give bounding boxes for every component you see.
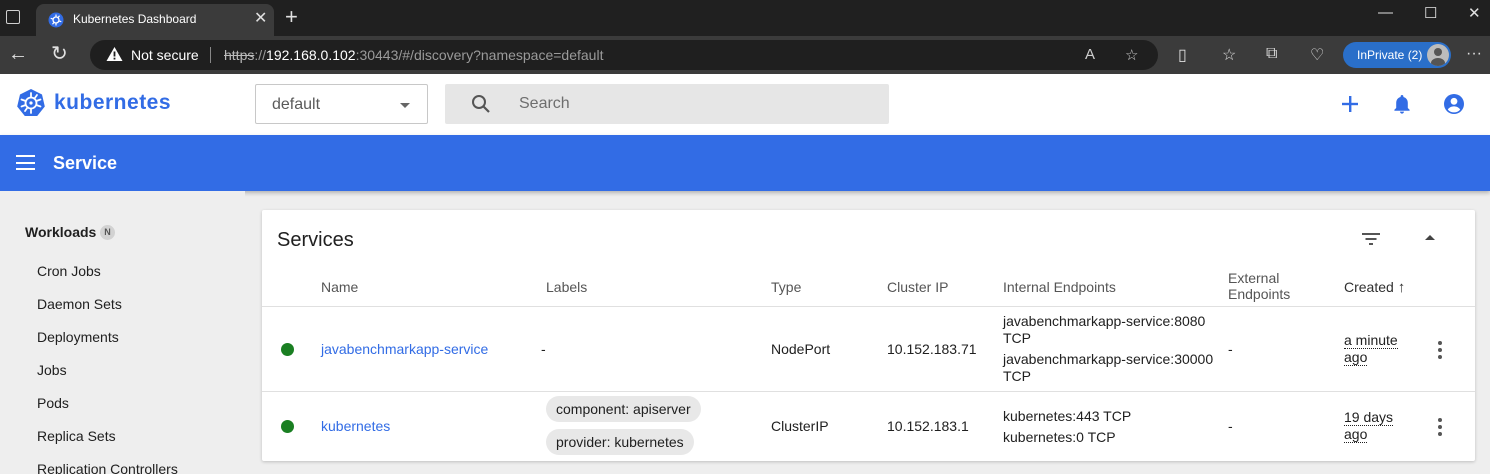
column-header-type: Type	[771, 279, 802, 295]
split-screen-icon[interactable]: ▯	[1178, 45, 1187, 65]
sidebar-item-replica-sets[interactable]: Replica Sets	[37, 428, 116, 444]
namespace-select[interactable]: default	[255, 84, 428, 124]
account-icon[interactable]	[1442, 92, 1466, 116]
address-bar[interactable]: Not secure https://192.168.0.102:30443/#…	[90, 40, 1158, 70]
profile-avatar-icon	[1427, 44, 1449, 66]
search-placeholder: Search	[519, 95, 570, 112]
collections-icon[interactable]: ⧉	[1266, 45, 1277, 63]
sidebar: Workloads N Cron Jobs Daemon Sets Deploy…	[0, 191, 245, 474]
column-header-internal-endpoints: Internal Endpoints	[1003, 279, 1116, 295]
status-running-icon	[281, 343, 294, 356]
row-actions-icon[interactable]	[1438, 341, 1442, 362]
column-header-cluster-ip: Cluster IP	[887, 279, 949, 295]
service-name-link[interactable]: javabenchmarkapp-service	[321, 341, 488, 357]
filter-icon[interactable]	[1361, 231, 1381, 247]
service-cluster-ip: 10.152.183.71	[887, 341, 977, 357]
card-title: Services	[277, 229, 354, 251]
maximize-icon[interactable]: ☐	[1424, 4, 1437, 22]
refresh-icon[interactable]: ↻	[51, 44, 68, 64]
services-card: Services Name Labels Type Cluster IP Int…	[262, 210, 1475, 461]
notifications-bell-icon[interactable]	[1390, 92, 1414, 116]
close-window-icon[interactable]: ✕	[1468, 4, 1481, 22]
chevron-down-icon	[400, 103, 410, 108]
warning-icon[interactable]	[106, 46, 123, 62]
namespace-value: default	[272, 96, 321, 113]
inprivate-button[interactable]: InPrivate (2)	[1343, 42, 1451, 68]
service-created: 19 days ago	[1344, 409, 1394, 443]
address-toolbar: ← ↻ Not secure https://192.168.0.102:304…	[0, 36, 1490, 74]
sidebar-item-deployments[interactable]: Deployments	[37, 329, 119, 345]
service-created: a minute ago	[1344, 332, 1398, 366]
add-icon[interactable]	[1338, 92, 1362, 116]
tab-close-icon[interactable]: ✕	[254, 10, 267, 28]
namespaced-badge: N	[100, 225, 115, 240]
collapse-icon[interactable]	[1425, 235, 1435, 240]
column-header-external-endpoints: External Endpoints	[1228, 270, 1291, 302]
back-icon[interactable]: ←	[8, 44, 28, 64]
sidebar-item-daemon-sets[interactable]: Daemon Sets	[37, 296, 122, 312]
label-chip: component: apiserver	[546, 396, 701, 422]
sidebar-item-jobs[interactable]: Jobs	[37, 362, 67, 378]
browser-tab[interactable]: Kubernetes Dashboard ✕	[36, 4, 274, 36]
minimize-icon[interactable]: —	[1378, 4, 1393, 21]
tab-actions-icon[interactable]	[6, 10, 20, 24]
read-aloud-icon[interactable]: A	[1085, 46, 1095, 63]
app-header: kubernetes default Search	[0, 74, 1490, 135]
service-external-endpoints: -	[1228, 341, 1233, 357]
column-header-labels: Labels	[546, 279, 588, 295]
brand-name[interactable]: kubernetes	[54, 91, 171, 115]
sidebar-section-workloads[interactable]: Workloads	[25, 224, 96, 240]
service-type: NodePort	[771, 341, 831, 357]
service-internal-endpoints: javabenchmarkapp-service:8080 TCP javabe…	[1003, 313, 1214, 384]
service-internal-endpoints: kubernetes:443 TCP kubernetes:0 TCP	[1003, 408, 1132, 445]
column-header-created[interactable]: Created ↑	[1344, 279, 1405, 296]
kubernetes-favicon-icon	[48, 12, 64, 28]
service-external-endpoints: -	[1228, 418, 1233, 434]
page-toolbar: Service	[0, 135, 1490, 191]
sidebar-item-pods[interactable]: Pods	[37, 395, 69, 411]
tab-title: Kubernetes Dashboard	[73, 12, 197, 26]
menu-icon[interactable]	[16, 155, 35, 170]
sort-arrow-icon: ↑	[1397, 279, 1406, 296]
column-header-name[interactable]: Name	[321, 279, 358, 295]
service-type: ClusterIP	[771, 418, 829, 434]
service-labels: -	[541, 341, 546, 357]
browser-tabstrip: Kubernetes Dashboard ✕ + — ☐ ✕	[0, 0, 1490, 36]
url-separator	[210, 47, 211, 63]
browser-menu-icon[interactable]: ···	[1466, 45, 1482, 63]
row-actions-icon[interactable]	[1438, 418, 1442, 439]
label-chip: provider: kubernetes	[546, 429, 694, 455]
header-divider	[262, 306, 1475, 307]
row-divider	[262, 391, 1475, 392]
search-input[interactable]: Search	[445, 84, 889, 124]
sidebar-item-cron-jobs[interactable]: Cron Jobs	[37, 263, 101, 279]
new-tab-icon[interactable]: +	[285, 6, 298, 28]
favorite-star-icon[interactable]: ☆	[1125, 46, 1138, 64]
kubernetes-logo-icon[interactable]	[16, 88, 46, 118]
not-secure-label[interactable]: Not secure	[131, 47, 199, 63]
sidebar-item-replication-controllers[interactable]: Replication Controllers	[37, 461, 178, 474]
service-cluster-ip: 10.152.183.1	[887, 418, 969, 434]
service-name-link[interactable]: kubernetes	[321, 418, 390, 434]
page-title: Service	[53, 153, 118, 173]
inprivate-label: InPrivate (2)	[1357, 48, 1423, 62]
status-running-icon	[281, 420, 294, 433]
search-icon	[472, 95, 490, 113]
url-text[interactable]: https://192.168.0.102:30443/#/discovery?…	[224, 47, 603, 63]
browser-essentials-icon[interactable]: ♡	[1310, 45, 1324, 65]
favorites-icon[interactable]: ☆	[1222, 45, 1236, 65]
